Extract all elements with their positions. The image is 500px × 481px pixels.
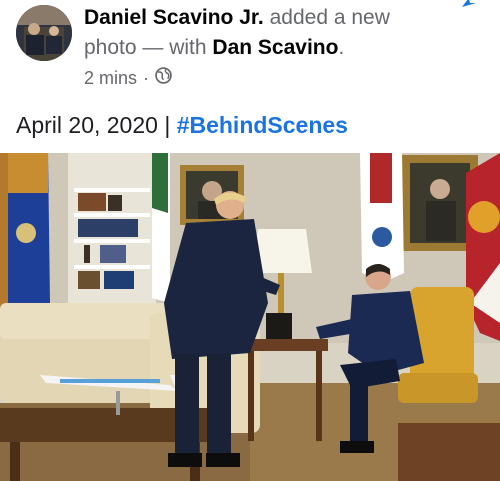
post-photo[interactable] [0,153,500,481]
tagged-suffix: . [338,36,345,59]
hashtag-link[interactable]: #BehindScenes [177,112,348,138]
action-text: added a new [269,6,390,29]
meta-separator: · [143,68,150,88]
post-header: Daniel Scavino Jr. added a new photo — w… [0,0,500,98]
post-time[interactable]: 2 mins [84,66,137,90]
tagged-user[interactable]: Dan Scavino [212,36,338,59]
author-line: Daniel Scavino Jr. added a new [84,4,390,32]
post-caption: April 20, 2020 | #BehindScenes [16,110,348,140]
avatar[interactable] [16,5,72,61]
author-name[interactable]: Daniel Scavino Jr. [84,6,264,29]
action-text-2: photo — with [84,36,207,59]
author-line-2: photo — with Dan Scavino. [84,34,344,62]
globe-icon [155,66,172,90]
star-icon[interactable] [460,0,476,7]
post-meta: 2 mins · [84,66,172,90]
caption-date: April 20, 2020 | [16,112,171,138]
